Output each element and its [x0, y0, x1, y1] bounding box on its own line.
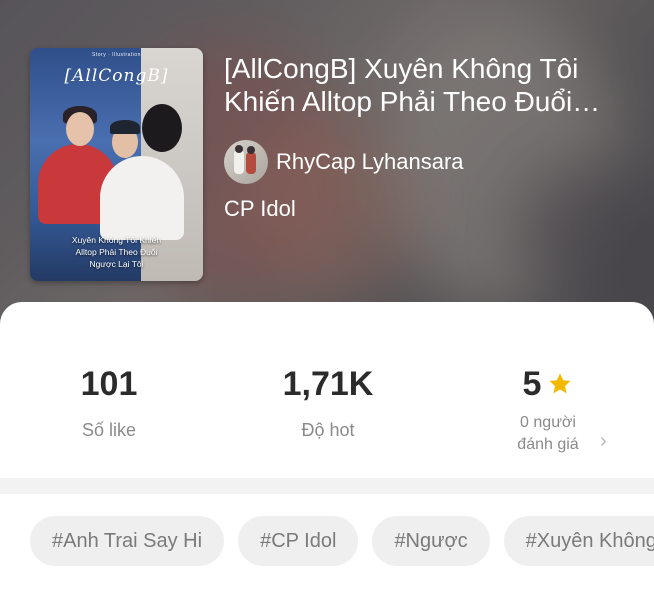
rating-count-label: 0 người đánh giá [517, 414, 579, 453]
likes-stat: 101 Số like [59, 364, 159, 441]
hot-stat: 1,71K Độ hot [258, 364, 398, 441]
author-name[interactable]: RhyCap Lyhansara [276, 149, 464, 175]
rating-value: 5 [522, 365, 542, 403]
story-category[interactable]: CP Idol [224, 196, 296, 222]
rating-stat[interactable]: 5 0 người đánh giá [488, 364, 608, 456]
author-avatar[interactable] [224, 140, 268, 184]
tag-chip[interactable]: #CP Idol [238, 516, 359, 566]
story-info-panel: 101 Số like 1,71K Độ hot 5 0 người đánh … [0, 302, 654, 600]
story-cover-image[interactable]: Story · Illustration [AllCongB] Xuyên Kh… [30, 48, 203, 281]
section-divider [0, 478, 654, 494]
cover-caption: Xuyên Không Tôi Khiến Alltop Phải Theo Đ… [71, 235, 162, 269]
tag-list: #Anh Trai Say Hi #CP Idol #Ngược #Xuyên … [30, 516, 654, 566]
star-icon [549, 373, 571, 394]
likes-count: 101 [80, 365, 138, 403]
stats-row: 101 Số like 1,71K Độ hot 5 0 người đánh … [0, 302, 654, 480]
story-title: [AllCongB] Xuyên Không Tôi Khiến Alltop … [224, 53, 579, 117]
hot-label: Độ hot [301, 420, 355, 440]
cover-tag-line: Story · Illustration [92, 52, 141, 58]
hot-count: 1,71K [282, 365, 374, 403]
tag-chip[interactable]: #Xuyên Không [503, 516, 654, 566]
likes-label: Số like [81, 420, 137, 440]
cover-logo: [AllCongB] [64, 66, 169, 86]
tag-chip[interactable]: #Anh Trai Say Hi [30, 516, 225, 566]
chevron-right-icon[interactable]: › [600, 430, 607, 453]
author-link[interactable]: RhyCap Lyhansara [224, 140, 464, 184]
tag-chip[interactable]: #Ngược [372, 516, 490, 566]
